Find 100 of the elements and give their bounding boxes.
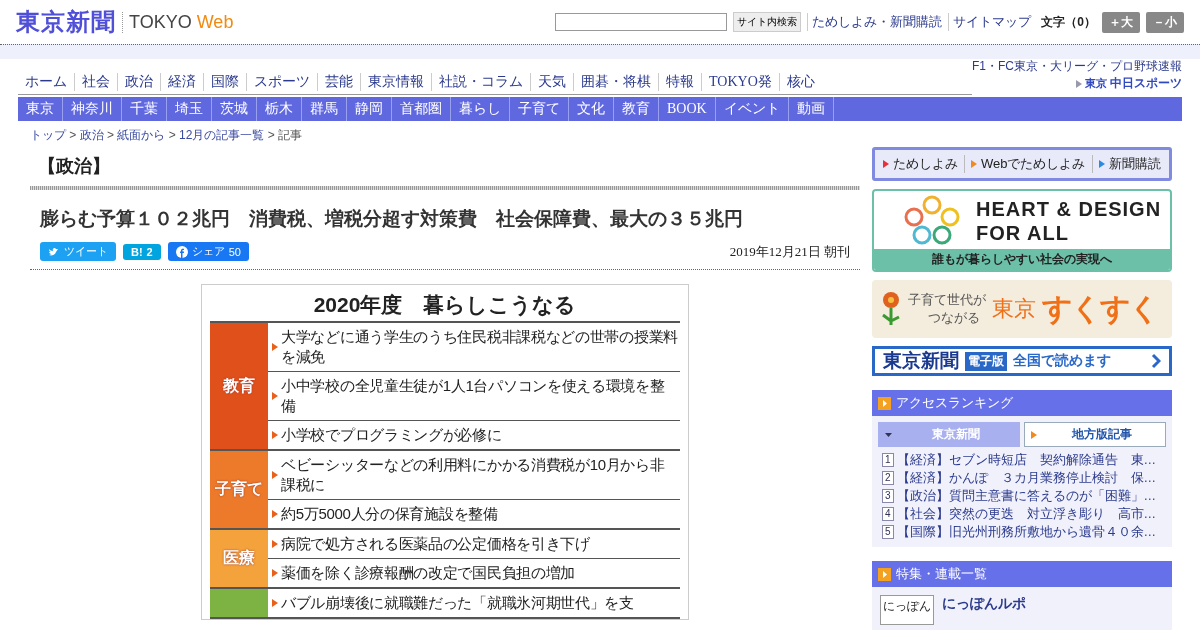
nav-link[interactable]: 芸能: [317, 73, 360, 91]
breadcrumb-separator: >: [106, 128, 116, 142]
breadcrumb-link[interactable]: 12月の記事一覧: [179, 128, 265, 142]
region-nav-link[interactable]: 群馬: [302, 97, 347, 121]
trial-link[interactable]: ためしよみ: [877, 155, 964, 173]
nav-link[interactable]: 核心: [778, 73, 822, 91]
category-label: 子育て: [210, 451, 268, 528]
infographic-item: バブル崩壊後に就職難だった「就職氷河期世代」を支: [281, 593, 634, 613]
article-headline: 膨らむ予算１０２兆円 消費税、増税分超す対策費 社会保障費、最大の３５兆円: [38, 207, 744, 231]
breadcrumb-link[interactable]: 政治: [79, 128, 104, 142]
region-nav-link[interactable]: 文化: [569, 97, 614, 121]
arrow-square-icon: [878, 567, 891, 581]
breadcrumb-link[interactable]: トップ: [30, 128, 66, 142]
caret-down-icon: [885, 430, 892, 439]
banner-caption: 誰もが暮らしやすい社会の実現へ: [874, 249, 1170, 270]
breadcrumb-separator: >: [68, 128, 78, 142]
feature-link[interactable]: にっぽんルポ: [942, 595, 1026, 625]
region-nav-link[interactable]: 栃木: [257, 97, 302, 121]
region-nav-link[interactable]: 暮らし: [451, 97, 510, 121]
nav-link[interactable]: 国際: [203, 73, 246, 91]
digital-edition-banner[interactable]: 東京新聞 電子版 全国で読めます: [872, 346, 1172, 376]
region-nav-link[interactable]: 教育: [614, 97, 659, 121]
region-nav-link[interactable]: 埼玉: [167, 97, 212, 121]
breadcrumb-separator: >: [266, 128, 276, 142]
breadcrumb-current: 記事: [278, 128, 303, 142]
nav-link[interactable]: TOKYO発: [701, 73, 779, 91]
region-nav-link[interactable]: 静岡: [347, 97, 392, 121]
nav-link[interactable]: 経済: [160, 73, 203, 91]
region-nav-link[interactable]: 子育て: [510, 97, 569, 121]
nav-link[interactable]: スポーツ: [246, 73, 317, 91]
header-link[interactable]: サイトマップ: [948, 13, 1032, 31]
chevron-right-icon: [1151, 353, 1161, 369]
region-nav-link[interactable]: 茨城: [212, 97, 257, 121]
rank-number: 2: [882, 471, 894, 485]
region-nav-link[interactable]: 千葉: [122, 97, 167, 121]
edition-badge: 電子版: [965, 351, 1007, 371]
region-nav-link[interactable]: 神奈川: [63, 97, 122, 121]
banner-subtitle: FOR ALL: [976, 221, 1070, 245]
banner-title: HEART & DESIGN: [976, 197, 1162, 221]
font-size-label: 文字（0）: [1041, 13, 1096, 31]
search-button[interactable]: サイト内検索: [733, 12, 802, 32]
search-field[interactable]: [555, 13, 728, 31]
rank-number: 5: [882, 525, 894, 539]
nav-link[interactable]: 社説・コラム: [431, 73, 530, 91]
arrow-icon: [272, 540, 278, 548]
font-size-button[interactable]: －小: [1146, 11, 1184, 33]
infographic-item: 小学校でプログラミングが必修に: [281, 425, 502, 445]
region-nav-link[interactable]: 首都圏: [392, 97, 451, 121]
infographic-item: 約5万5000人分の保育施設を整備: [281, 504, 498, 524]
nav-link[interactable]: ホーム: [18, 73, 74, 91]
flower-icon: [880, 291, 902, 327]
arrow-icon: [272, 569, 278, 577]
infographic-item: ベビーシッターなどの利用料にかかる消費税が10月から非課税に: [281, 455, 666, 495]
nav-link[interactable]: 特報: [658, 73, 701, 91]
ranking-link[interactable]: 【社会】突然の更迭 対立浮き彫り 高市…: [896, 505, 1157, 523]
nav-link[interactable]: 天気: [530, 73, 573, 91]
site-brand: TOKYO Web: [122, 11, 234, 33]
arrow-square-icon: [878, 396, 891, 410]
category-heading: 【政治】: [37, 155, 111, 178]
ranking-link[interactable]: 【経済】セブン時短店 契約解除通告 東…: [896, 451, 1157, 469]
infographic-item: 小中学校の全児童生徒が1人1台パソコンを使える環境を整備: [281, 376, 666, 416]
ranking-link[interactable]: 【国際】旧光州刑務所敷地から遺骨４０余…: [896, 523, 1157, 541]
sports-link[interactable]: F1・FC東京・大リーグ・プロ野球速報: [972, 58, 1182, 75]
arrow-icon: [272, 343, 278, 351]
ranking-tab[interactable]: 地方版記事: [1024, 422, 1166, 447]
trial-link[interactable]: 新聞購読: [1091, 155, 1167, 173]
arrow-icon: [272, 471, 278, 479]
feature-thumbnail[interactable]: にっぽん: [880, 595, 934, 625]
publish-date: 2019年12月21日 朝刊: [729, 242, 850, 261]
infographic-item: 大学などに通う学生のうち住民税非課税などの世帯の授業料を減免: [281, 327, 678, 367]
bird-icon: [48, 245, 60, 258]
nav-link[interactable]: 社会: [74, 73, 117, 91]
region-nav-link[interactable]: 東京: [18, 97, 63, 121]
font-size-button[interactable]: ＋大: [1102, 11, 1140, 33]
arrow-icon: [272, 599, 278, 607]
share-button[interactable]: シェア 50: [167, 242, 249, 261]
nav-link[interactable]: 政治: [117, 73, 160, 91]
category-label: 医療: [210, 530, 268, 587]
header-link[interactable]: ためしよみ・新聞購読: [807, 13, 943, 31]
ranking-link[interactable]: 【政治】質問主意書に答えるのが「困難」…: [896, 487, 1157, 505]
infographic-item: 病院で処方される医薬品の公定価格を引き下げ: [281, 534, 590, 554]
triangle-icon: [1031, 430, 1038, 439]
region-nav-link[interactable]: イベント: [715, 97, 789, 121]
nav-link[interactable]: 囲碁・将棋: [573, 73, 658, 91]
banner-text: 子育て世代が: [908, 291, 986, 309]
nav-link[interactable]: 東京情報: [360, 73, 431, 91]
banner-city: 東京: [992, 295, 1036, 323]
rank-number: 3: [882, 489, 894, 503]
region-nav-link[interactable]: BOOK: [659, 97, 716, 121]
region-nav-link[interactable]: 動画: [788, 97, 834, 121]
ranking-link[interactable]: 【経済】かんぽ ３カ月業務停止検討 保…: [896, 469, 1157, 487]
arrow-icon: [272, 431, 278, 439]
category-label: 教育: [210, 323, 268, 449]
site-logo[interactable]: 東京新聞: [16, 6, 116, 38]
arrow-icon: [272, 510, 278, 518]
banner-text: つながる: [927, 309, 981, 327]
sports-logo[interactable]: 東京 中日スポーツ: [1076, 75, 1182, 92]
heart-design-banner[interactable]: HEART & DESIGN FOR ALL 誰もが暮らしやすい社会の実現へ: [872, 189, 1172, 272]
breadcrumb-link[interactable]: 紙面から: [117, 128, 166, 142]
trial-link[interactable]: Webでためしよみ: [964, 155, 1092, 173]
